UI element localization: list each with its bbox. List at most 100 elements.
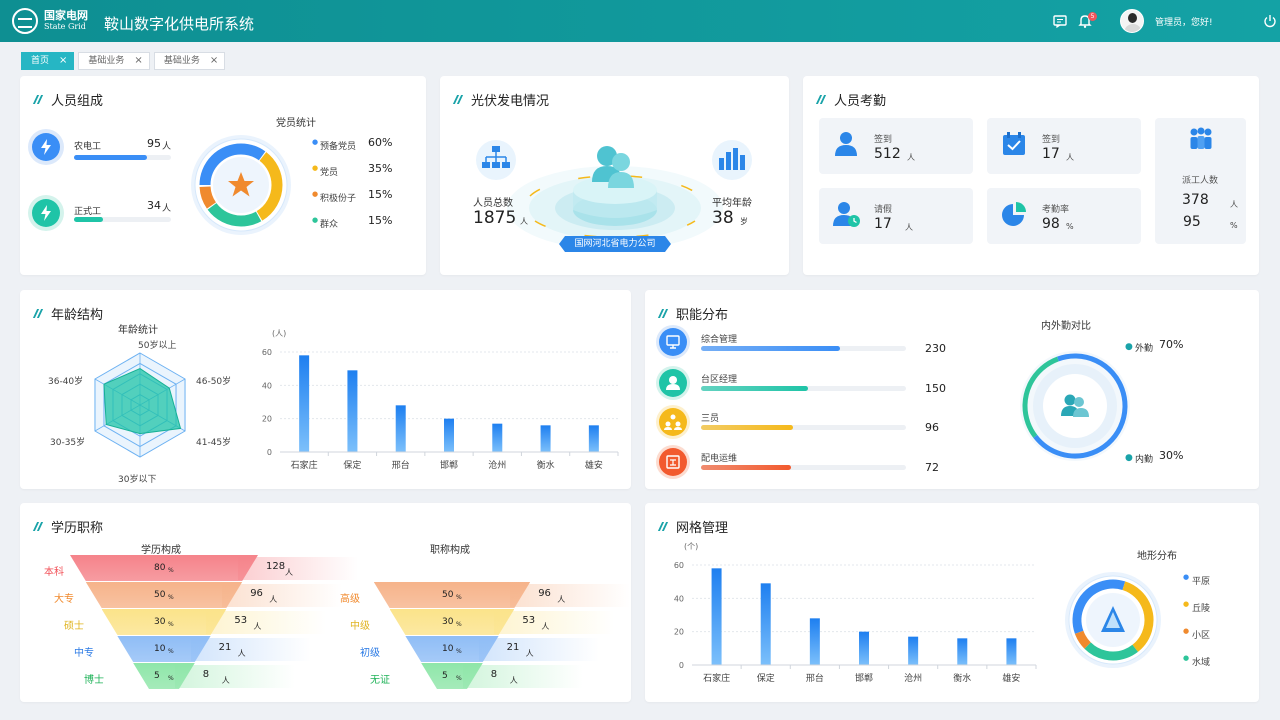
bar[interactable] xyxy=(1006,638,1017,665)
funnel-count: 53 xyxy=(522,615,536,626)
title-slash-icon xyxy=(657,308,669,320)
tab-label: 基础业务 xyxy=(163,56,200,66)
terrain-legend-label: 小区 xyxy=(1192,631,1211,641)
tab-label: 首页 xyxy=(31,56,50,66)
state-grid-logo[interactable]: 国家电网 State Grid xyxy=(12,8,88,34)
funnel-ribbon xyxy=(222,584,343,607)
tab-basic-2[interactable]: 基础业务 × xyxy=(153,52,226,70)
inner-label: 内勤 xyxy=(1135,455,1154,465)
attendance-unit: % xyxy=(1066,222,1074,231)
funnel-count: 96 xyxy=(250,588,263,599)
title-slash-icon xyxy=(815,94,827,106)
x-tick-label: 雄安 xyxy=(1002,672,1020,684)
attendance-item[interactable]: 考勤率 98 % xyxy=(987,188,1141,244)
staff-row-unit: 人 xyxy=(162,142,172,152)
attendance-label: 请假 xyxy=(874,205,893,215)
party-title: 党员统计 xyxy=(276,118,316,129)
attendance-item[interactable]: 签到 17 人 xyxy=(987,118,1141,174)
funnel-count-unit: 人 xyxy=(525,649,534,658)
job-bar xyxy=(701,385,906,391)
pv-total-label: 人员总数 xyxy=(473,198,513,209)
bar[interactable] xyxy=(540,425,551,452)
calendar-check-icon xyxy=(1003,132,1025,155)
funnel-pct-unit: % xyxy=(456,675,462,682)
tab-basic-1[interactable]: 基础业务 × xyxy=(78,52,150,70)
x-tick-label: 雄安 xyxy=(585,459,603,471)
attendance-item[interactable]: 签到 512 人 xyxy=(819,118,973,174)
card-title: 人员组成 xyxy=(51,94,104,109)
bar[interactable] xyxy=(859,631,869,665)
dispatch-box[interactable]: 派工人数 378 人 95 % xyxy=(1155,118,1246,244)
top-bar: 国家电网 State Grid 鞍山数字化供电所系统 5 管理员，您好! xyxy=(0,0,1280,42)
funnel-ribbon xyxy=(238,557,358,580)
y-tick-label: 40 xyxy=(674,594,684,603)
bar[interactable] xyxy=(395,405,406,452)
terrain-donut xyxy=(1065,572,1161,668)
bar[interactable] xyxy=(957,638,968,665)
pv-age-label: 平均年龄 xyxy=(712,198,752,209)
terrain-title: 地形分布 xyxy=(1137,551,1177,562)
staff-row-label: 正式工 xyxy=(74,207,102,217)
funnel-count: 21 xyxy=(506,642,520,653)
job-bar-fill xyxy=(701,425,794,430)
avatar[interactable] xyxy=(1120,9,1144,33)
bar[interactable] xyxy=(492,423,503,452)
party-donut xyxy=(191,135,291,235)
legend-dot: ● xyxy=(312,190,319,198)
funnel-label: 中专 xyxy=(74,648,94,659)
bar[interactable] xyxy=(760,583,771,665)
funnel-count-unit: 人 xyxy=(541,622,550,631)
funnel-pct: 80 xyxy=(154,563,166,573)
funnel-pct-unit: % xyxy=(456,648,462,655)
title-slash-icon xyxy=(32,308,44,320)
dispatch-rate-unit: % xyxy=(1230,221,1238,230)
monitor-icon xyxy=(659,328,687,356)
bar[interactable] xyxy=(809,618,820,665)
bar[interactable] xyxy=(588,425,599,452)
job-value: 96 xyxy=(925,421,939,434)
tab-home[interactable]: 首页 × xyxy=(21,52,75,70)
party-legend-label: 积极份子 xyxy=(320,194,357,204)
y-tick-label: 60 xyxy=(262,348,272,357)
tab-label: 基础业务 xyxy=(88,56,125,66)
company-label: 国网河北省电力公司 xyxy=(559,236,671,252)
close-icon[interactable]: × xyxy=(210,52,218,70)
logo-en-text: State Grid xyxy=(44,22,86,31)
party-legend-pct: 60% xyxy=(368,136,393,149)
staff-row-label: 农电工 xyxy=(74,142,102,152)
attendance-unit: 人 xyxy=(905,223,913,232)
lightning-icon xyxy=(32,199,60,227)
close-icon[interactable]: × xyxy=(134,52,142,70)
funnel-pct: 50 xyxy=(154,590,166,600)
card-title: 职能分布 xyxy=(676,308,729,323)
radar-label: 46-50岁 xyxy=(196,377,232,387)
funnel-pct: 5 xyxy=(442,671,448,681)
bar[interactable] xyxy=(347,370,358,452)
x-tick-label: 保定 xyxy=(343,459,361,471)
funnel-pct: 50 xyxy=(442,590,454,600)
dispatch-value: 378 xyxy=(1182,192,1209,208)
bar[interactable] xyxy=(444,418,454,452)
attendance-item[interactable]: 请假 17 人 xyxy=(819,188,973,244)
bar[interactable] xyxy=(908,636,919,665)
bar[interactable] xyxy=(299,355,310,452)
power-icon[interactable] xyxy=(1262,13,1278,29)
close-icon[interactable]: × xyxy=(59,52,67,70)
funnel-pct-unit: % xyxy=(456,621,462,628)
job-label: 配电运维 xyxy=(701,453,738,464)
dispatch-unit: 人 xyxy=(1230,200,1238,209)
bar[interactable] xyxy=(711,568,722,665)
person-clock-icon xyxy=(833,202,860,227)
title-slash-icon xyxy=(452,94,464,106)
radar-label: 50岁以上 xyxy=(138,341,177,351)
message-icon[interactable] xyxy=(1052,13,1068,29)
card-title: 学历职称 xyxy=(51,521,104,536)
legend-dot: ● xyxy=(312,216,319,224)
funnel-count: 8 xyxy=(490,669,498,680)
job-value: 230 xyxy=(925,342,946,355)
funnel-count-unit: 人 xyxy=(509,676,518,685)
user-greeting[interactable]: 管理员，您好! xyxy=(1155,15,1213,28)
pv-age-value: 38 xyxy=(712,208,734,228)
inner-pct: 30% xyxy=(1159,449,1184,462)
attendance-card: 人员考勤 签到 512 人 签到 17 人 请假 17 人 考勤率 98 % 派… xyxy=(803,76,1259,275)
